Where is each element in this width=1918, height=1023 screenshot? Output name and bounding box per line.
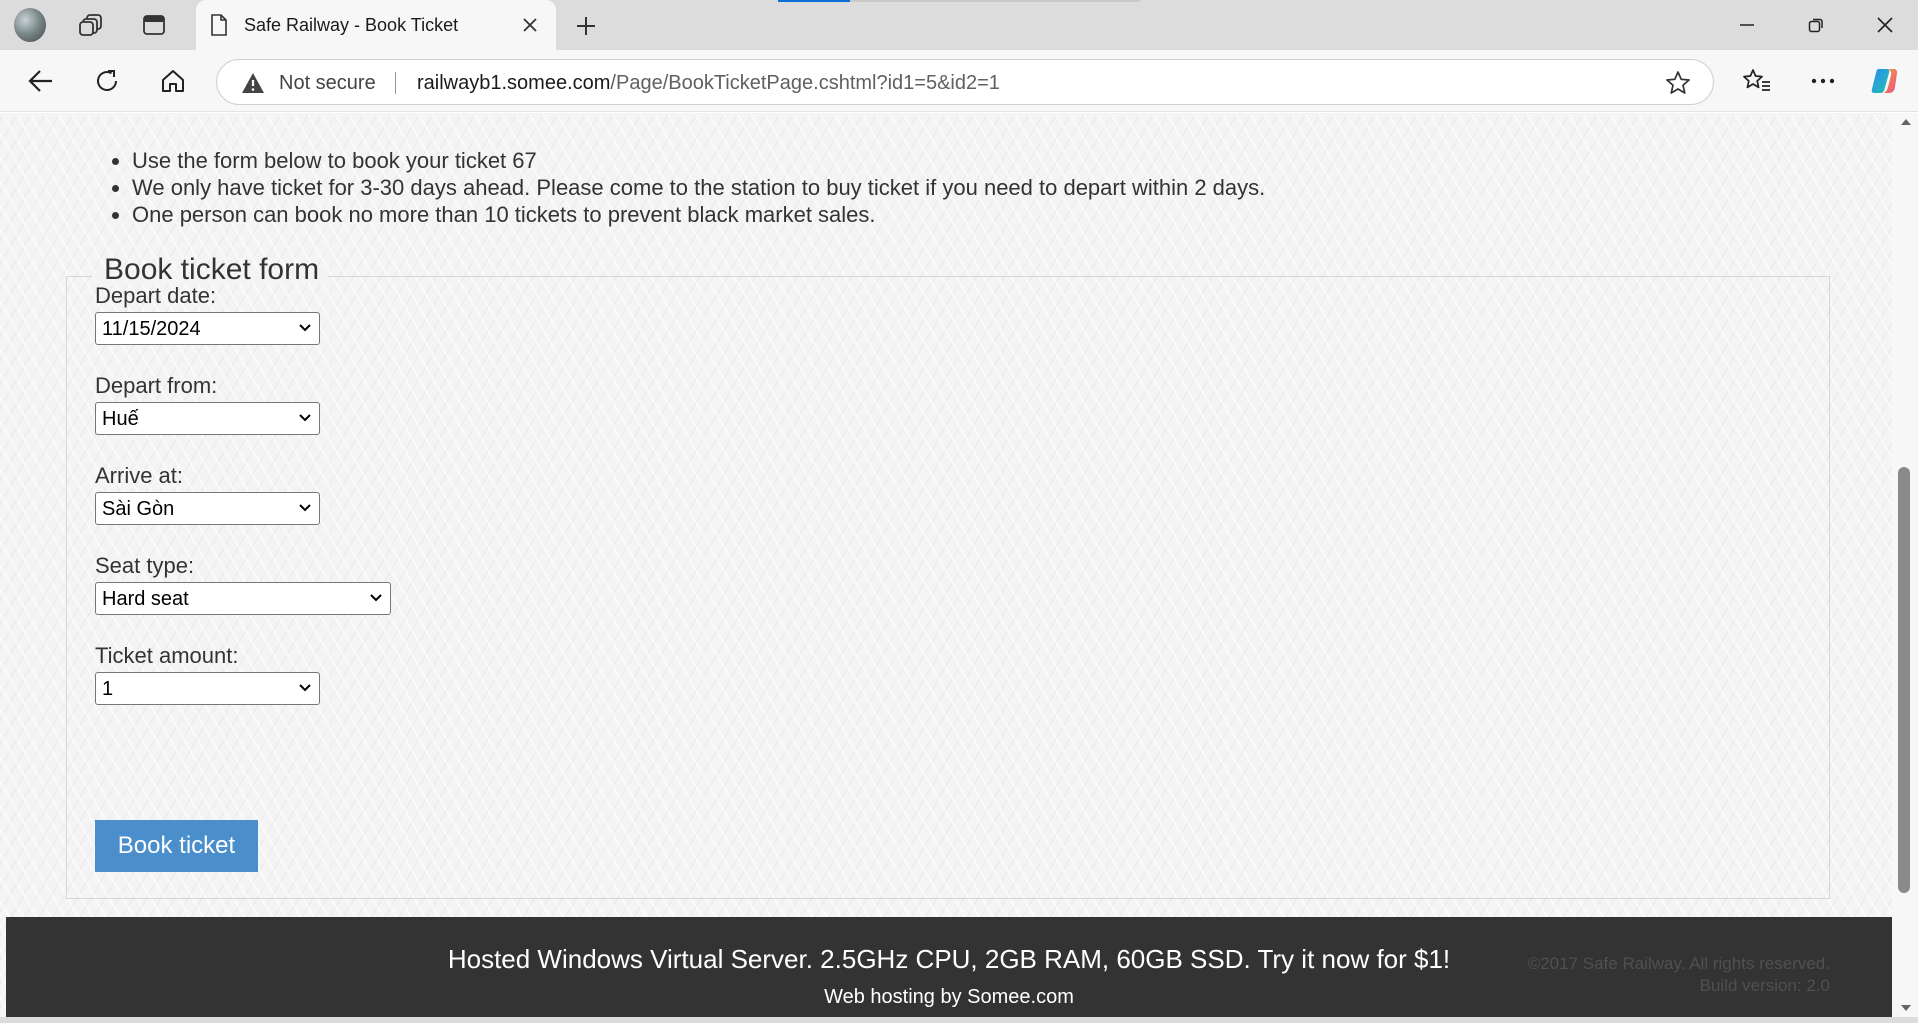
seat-type-select[interactable]: Hard seat <box>95 582 391 615</box>
scroll-down-arrow-icon[interactable] <box>1900 1004 1912 1012</box>
page-content: Use the form below to book your ticket 6… <box>6 113 1892 921</box>
depart-from-value: Huế <box>102 408 139 430</box>
list-item: Use the form below to book your ticket 6… <box>132 147 1265 174</box>
restore-icon[interactable] <box>1793 8 1839 42</box>
favorites-icon[interactable] <box>1740 64 1774 98</box>
ticket-amount-value: 1 <box>102 678 114 700</box>
scroll-up-arrow-icon[interactable] <box>1900 118 1912 126</box>
instructions-list: Use the form below to book your ticket 6… <box>126 147 1265 228</box>
page-viewport: Use the form below to book your ticket 6… <box>0 113 1918 1023</box>
depart-from-select[interactable]: Huế <box>95 402 320 435</box>
chevron-down-icon <box>299 684 311 692</box>
vertical-scrollbar[interactable] <box>1892 113 1918 1017</box>
arrive-at-value: Sài Gòn <box>102 498 175 520</box>
ticket-amount-select[interactable]: 1 <box>95 672 320 705</box>
seat-type-value: Hard seat <box>102 588 189 610</box>
warning-icon[interactable] <box>241 72 265 94</box>
depart-date-value: 11/15/2024 <box>102 318 201 340</box>
minimize-icon[interactable] <box>1724 8 1770 42</box>
more-icon[interactable] <box>1806 64 1840 98</box>
window-bottom-edge <box>0 1017 1918 1023</box>
page-icon <box>210 14 228 36</box>
arrive-at-label: Arrive at: <box>95 463 184 488</box>
depart-date-select[interactable]: 11/15/2024 <box>95 312 320 345</box>
copyright-block: ©2017 Safe Railway. All rights reserved.… <box>1528 953 1830 997</box>
close-icon[interactable] <box>518 13 542 37</box>
chevron-down-icon <box>299 504 311 512</box>
chevron-down-icon <box>299 324 311 332</box>
copyright-text: ©2017 Safe Railway. All rights reserved. <box>1527 954 1830 973</box>
tab-title: Safe Railway - Book Ticket <box>244 15 459 35</box>
profile-icon[interactable] <box>14 8 46 42</box>
copilot-icon[interactable] <box>1868 64 1902 98</box>
chevron-down-icon <box>299 414 311 422</box>
ticket-amount-label: Ticket amount: <box>95 643 239 668</box>
window-close-icon[interactable] <box>1862 8 1908 42</box>
url-host: railwayb1.somee.com <box>417 72 611 94</box>
site-footer: Hosted Windows Virtual Server. 2.5GHz CP… <box>6 917 1892 1017</box>
list-item: We only have ticket for 3-30 days ahead.… <box>132 174 1265 201</box>
active-tab[interactable]: Safe Railway - Book Ticket <box>196 0 556 50</box>
home-icon[interactable] <box>156 64 190 98</box>
depart-date-label: Depart date: <box>95 283 217 308</box>
navigation-bar: Not secure railwayb1.somee.com/Page/Book… <box>0 50 1918 112</box>
loading-indicator <box>778 0 1140 2</box>
url-path: /Page/BookTicketPage.cshtml?id1=5&id2=1 <box>610 72 1000 94</box>
form-legend: Book ticket form <box>104 253 320 286</box>
title-bar: Safe Railway - Book Ticket <box>0 0 1918 50</box>
plus-icon[interactable] <box>572 12 600 40</box>
book-ticket-button[interactable]: Book ticket <box>95 820 258 872</box>
vertical-tabs-icon[interactable] <box>138 9 170 41</box>
workspaces-icon[interactable] <box>76 9 108 41</box>
reload-icon[interactable] <box>90 64 124 98</box>
scrollbar-thumb[interactable] <box>1898 467 1910 893</box>
build-version: Build version: 2.0 <box>1699 976 1830 995</box>
address-bar[interactable]: Not secure railwayb1.somee.com/Page/Book… <box>216 59 1714 105</box>
arrive-at-select[interactable]: Sài Gòn <box>95 492 320 525</box>
security-label[interactable]: Not secure <box>279 72 376 95</box>
url-text[interactable]: railwayb1.somee.com/Page/BookTicketPage.… <box>417 72 1000 95</box>
chevron-down-icon <box>370 594 382 602</box>
list-item: One person can book no more than 10 tick… <box>132 201 1265 228</box>
depart-from-label: Depart from: <box>95 373 218 398</box>
seat-type-label: Seat type: <box>95 553 195 578</box>
back-icon[interactable] <box>24 64 58 98</box>
divider <box>395 72 396 94</box>
star-icon[interactable] <box>1665 70 1691 96</box>
